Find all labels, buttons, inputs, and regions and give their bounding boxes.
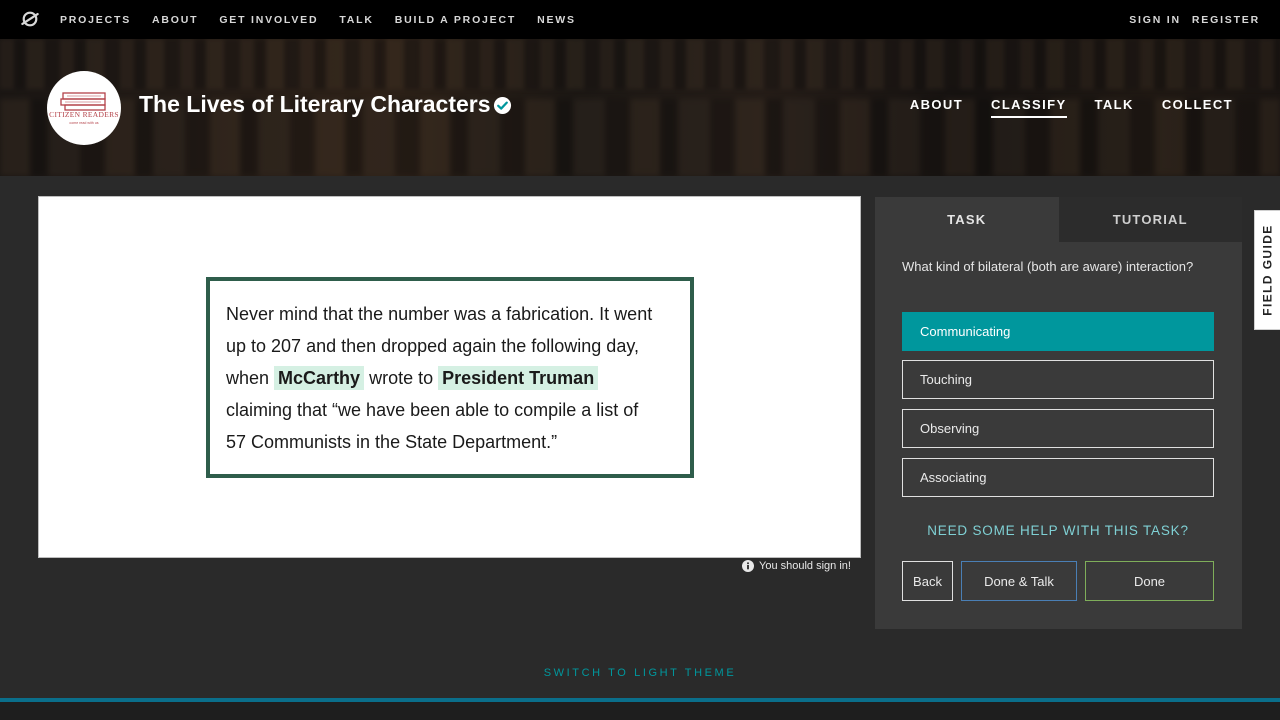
back-button[interactable]: Back: [902, 561, 953, 601]
footer: [0, 702, 1280, 720]
passage-line-2: up to 207 and then dropped again the fol…: [226, 336, 639, 356]
citizen-readers-logo-icon: CITIZEN READERS come read with us: [49, 92, 119, 125]
nav-link-projects[interactable]: PROJECTS: [60, 14, 131, 26]
nav-link-news[interactable]: NEWS: [537, 14, 576, 26]
field-guide-tab[interactable]: FIELD GUIDE: [1254, 210, 1280, 330]
done-and-talk-button[interactable]: Done & Talk: [961, 561, 1077, 601]
field-guide-label: FIELD GUIDE: [1261, 224, 1275, 316]
project-nav-collect[interactable]: COLLECT: [1162, 97, 1233, 118]
passage-line-3-mid: wrote to: [369, 368, 434, 388]
verified-check-icon: [493, 96, 512, 115]
passage-text: Never mind that the number was a fabrica…: [226, 298, 674, 458]
answer-communicating[interactable]: Communicating: [902, 312, 1214, 351]
done-button[interactable]: Done: [1085, 561, 1214, 601]
project-nav-talk[interactable]: TALK: [1095, 97, 1134, 118]
subject-viewer[interactable]: Never mind that the number was a fabrica…: [38, 196, 861, 558]
sign-in-link[interactable]: SIGN IN: [1129, 14, 1181, 26]
answer-label: Touching: [920, 372, 973, 387]
svg-text:come read with us: come read with us: [69, 121, 98, 125]
main-nav-links: PROJECTS ABOUT GET INVOLVED TALK BUILD A…: [60, 0, 597, 39]
answer-observing[interactable]: Observing: [902, 409, 1214, 448]
info-icon: [742, 560, 754, 572]
task-panel: TASK TUTORIAL What kind of bilateral (bo…: [875, 197, 1242, 629]
svg-text:CITIZEN READERS: CITIZEN READERS: [49, 110, 119, 119]
answer-touching[interactable]: Touching: [902, 360, 1214, 399]
project-title[interactable]: The Lives of Literary Characters: [139, 91, 491, 118]
answer-label: Observing: [920, 421, 980, 436]
project-avatar[interactable]: CITIZEN READERS come read with us: [47, 71, 121, 145]
register-link[interactable]: REGISTER: [1192, 14, 1260, 26]
account-links: SIGN IN REGISTER: [1118, 0, 1260, 39]
passage-line-4: claiming that “we have been able to comp…: [226, 400, 639, 420]
answer-associating[interactable]: Associating: [902, 458, 1214, 497]
sign-in-notice-text: You should sign in!: [759, 560, 851, 572]
tab-task[interactable]: TASK: [875, 197, 1059, 242]
project-nav: ABOUT CLASSIFY TALK COLLECT: [910, 97, 1233, 118]
zooniverse-logo-icon[interactable]: [21, 10, 39, 28]
highlighted-entity-mccarthy: McCarthy: [274, 366, 365, 390]
answer-label: Associating: [920, 470, 987, 485]
switch-theme-link[interactable]: SWITCH TO LIGHT THEME: [0, 667, 1280, 679]
nav-link-about[interactable]: ABOUT: [152, 14, 198, 26]
passage-line-1: Never mind that the number was a fabrica…: [226, 304, 653, 324]
highlighted-entity-president-truman: President Truman: [438, 366, 599, 390]
task-question: What kind of bilateral (both are aware) …: [902, 259, 1194, 274]
project-banner: CITIZEN READERS come read with us The Li…: [0, 39, 1280, 176]
top-navigation-bar: PROJECTS ABOUT GET INVOLVED TALK BUILD A…: [0, 0, 1280, 39]
project-nav-classify[interactable]: CLASSIFY: [991, 97, 1067, 118]
sign-in-notice[interactable]: You should sign in!: [742, 560, 851, 572]
nav-link-build-a-project[interactable]: BUILD A PROJECT: [395, 14, 516, 26]
project-nav-about[interactable]: ABOUT: [910, 97, 963, 118]
tab-tutorial[interactable]: TUTORIAL: [1058, 197, 1242, 242]
task-tabs: TASK TUTORIAL: [875, 197, 1242, 242]
passage-line-3-pre: when: [226, 368, 270, 388]
answer-label: Communicating: [920, 324, 1011, 339]
nav-link-talk[interactable]: TALK: [339, 14, 373, 26]
task-help-link[interactable]: NEED SOME HELP WITH THIS TASK?: [902, 523, 1214, 538]
subject-text-passage: Never mind that the number was a fabrica…: [206, 277, 694, 478]
nav-link-get-involved[interactable]: GET INVOLVED: [219, 14, 318, 26]
passage-line-5: 57 Communists in the State Department.”: [226, 432, 558, 452]
